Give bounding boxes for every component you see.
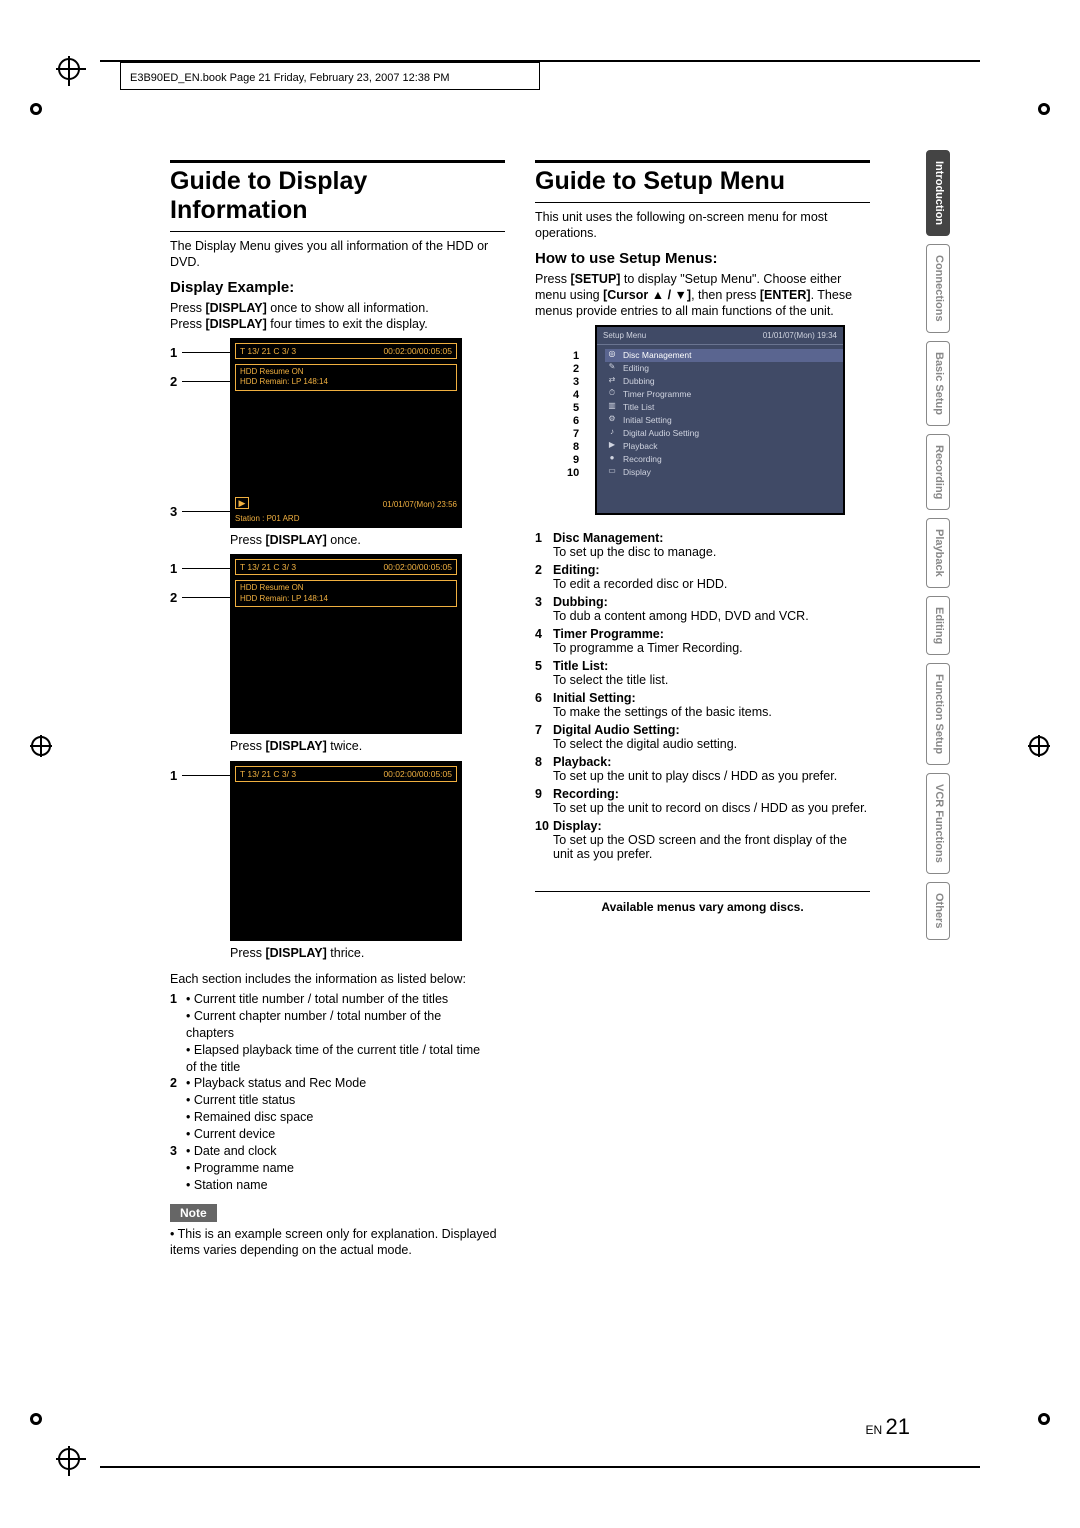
menu-item: ●Recording bbox=[605, 453, 843, 466]
note-badge: Note bbox=[170, 1204, 217, 1222]
tv-screenshot: T 13/ 21 C 3/ 300:02:00/00:05:05 HDD Res… bbox=[230, 338, 462, 528]
registration-icon bbox=[1028, 735, 1050, 757]
setup-menu-screenshot: Setup Menu01/01/07(Mon) 19:34 ◎Disc Mana… bbox=[595, 325, 845, 515]
callout-1: 1 bbox=[170, 345, 177, 360]
header-note: E3B90ED_EN.book Page 21 Friday, February… bbox=[130, 72, 450, 84]
callout-3: 3 bbox=[170, 504, 177, 519]
menu-item: ♪Digital Audio Setting bbox=[605, 427, 843, 440]
callout-2: 2 bbox=[573, 363, 579, 376]
callout-4: 4 bbox=[573, 389, 579, 402]
callout-8: 8 bbox=[573, 441, 579, 454]
subheading-how-to-use: How to use Setup Menus: bbox=[535, 250, 870, 267]
tv-figure-3: 1 T 13/ 21 C 3/ 300:02:00/00:05:05 bbox=[170, 761, 505, 941]
content-area: Guide to Display Information The Display… bbox=[170, 160, 870, 1262]
tab-function-setup[interactable]: Function Setup bbox=[926, 663, 950, 765]
callout-5: 5 bbox=[573, 402, 579, 415]
col-left: Guide to Display Information The Display… bbox=[170, 160, 505, 1262]
menu-item: ▶Playback bbox=[605, 440, 843, 453]
callout-9: 9 bbox=[573, 454, 579, 467]
display-icon: ▭ bbox=[605, 466, 619, 477]
disc-icon: ◎ bbox=[605, 349, 619, 360]
instruction-press-once: Press [DISPLAY] once to show all informa… bbox=[170, 300, 505, 333]
registration-icon bbox=[25, 1408, 47, 1430]
dubbing-icon: ⇄ bbox=[605, 375, 619, 386]
play-icon: ▶ bbox=[235, 497, 249, 509]
note-text: • This is an example screen only for exp… bbox=[170, 1226, 505, 1259]
menu-item: ▥Title List bbox=[605, 401, 843, 414]
caption-thrice: Press [DISPLAY] thrice. bbox=[230, 945, 505, 961]
menu-item: ✎Editing bbox=[605, 362, 843, 375]
caption-twice: Press [DISPLAY] twice. bbox=[230, 738, 505, 754]
tab-introduction[interactable]: Introduction bbox=[926, 150, 950, 236]
tab-recording[interactable]: Recording bbox=[926, 434, 950, 510]
edit-icon: ✎ bbox=[605, 362, 619, 373]
setup-menu-descriptions: 1Disc Management:To set up the disc to m… bbox=[535, 531, 870, 861]
tv-figure-1: 1 2 3 T 13/ 21 C 3/ 300:02:00/00:05:05 H… bbox=[170, 338, 505, 528]
subheading-display-example: Display Example: bbox=[170, 279, 505, 296]
col-right: Guide to Setup Menu This unit uses the f… bbox=[535, 160, 870, 1262]
tab-playback[interactable]: Playback bbox=[926, 518, 950, 588]
callout-3: 3 bbox=[573, 376, 579, 389]
menu-item: ⏱Timer Programme bbox=[605, 388, 843, 401]
intro-text: The Display Menu gives you all informati… bbox=[170, 238, 505, 271]
settings-icon: ⚙ bbox=[605, 414, 619, 425]
tv-screenshot: T 13/ 21 C 3/ 300:02:00/00:05:05 bbox=[230, 761, 462, 941]
desc-lead: Each section includes the information as… bbox=[170, 971, 505, 987]
section-descriptions: 1 Current title number / total number of… bbox=[170, 991, 505, 1194]
menu-item: ⇄Dubbing bbox=[605, 375, 843, 388]
setup-menu-figure: 1 2 3 4 5 6 7 8 9 10 Setup Menu01/01/07(… bbox=[535, 325, 870, 515]
callout-2: 2 bbox=[170, 590, 177, 605]
registration-icon bbox=[1033, 98, 1055, 120]
menu-item: ⚙Initial Setting bbox=[605, 414, 843, 427]
audio-icon: ♪ bbox=[605, 427, 619, 438]
callout-10: 10 bbox=[567, 467, 579, 480]
menu-item: ▭Display bbox=[605, 466, 843, 479]
heading-guide-setup: Guide to Setup Menu bbox=[535, 160, 870, 203]
setup-instructions: Press [SETUP] to display "Setup Menu". C… bbox=[535, 271, 870, 320]
side-tab-strip: Introduction Connections Basic Setup Rec… bbox=[926, 150, 950, 940]
registration-icon bbox=[30, 735, 52, 757]
recording-icon: ● bbox=[605, 453, 619, 464]
callout-2: 2 bbox=[170, 374, 177, 389]
tv-screenshot: T 13/ 21 C 3/ 300:02:00/00:05:05 HDD Res… bbox=[230, 554, 462, 734]
menu-item: ◎Disc Management bbox=[605, 349, 843, 362]
callout-1: 1 bbox=[170, 561, 177, 576]
intro-text: This unit uses the following on-screen m… bbox=[535, 209, 870, 242]
list-icon: ▥ bbox=[605, 401, 619, 412]
crop-mark-icon bbox=[58, 1448, 80, 1470]
crop-mark-icon bbox=[58, 58, 80, 80]
bottom-rule bbox=[100, 1466, 980, 1468]
callout-7: 7 bbox=[573, 428, 579, 441]
callout-6: 6 bbox=[573, 415, 579, 428]
available-menus-note: Available menus vary among discs. bbox=[535, 891, 870, 916]
page: E3B90ED_EN.book Page 21 Friday, February… bbox=[0, 0, 1080, 1528]
tab-editing[interactable]: Editing bbox=[926, 596, 950, 655]
tab-vcr-functions[interactable]: VCR Functions bbox=[926, 773, 950, 874]
callout-1: 1 bbox=[573, 350, 579, 363]
registration-icon bbox=[25, 98, 47, 120]
tv-figure-2: 1 2 T 13/ 21 C 3/ 300:02:00/00:05:05 HDD… bbox=[170, 554, 505, 734]
callout-1: 1 bbox=[170, 768, 177, 783]
caption-once: Press [DISPLAY] once. bbox=[230, 532, 505, 548]
playback-icon: ▶ bbox=[605, 440, 619, 451]
tab-others[interactable]: Others bbox=[926, 882, 950, 939]
tab-connections[interactable]: Connections bbox=[926, 244, 950, 333]
heading-guide-display: Guide to Display Information bbox=[170, 160, 505, 232]
page-number: EN 21 bbox=[866, 1414, 911, 1440]
tab-basic-setup[interactable]: Basic Setup bbox=[926, 341, 950, 426]
timer-icon: ⏱ bbox=[605, 388, 619, 399]
registration-icon bbox=[1033, 1408, 1055, 1430]
